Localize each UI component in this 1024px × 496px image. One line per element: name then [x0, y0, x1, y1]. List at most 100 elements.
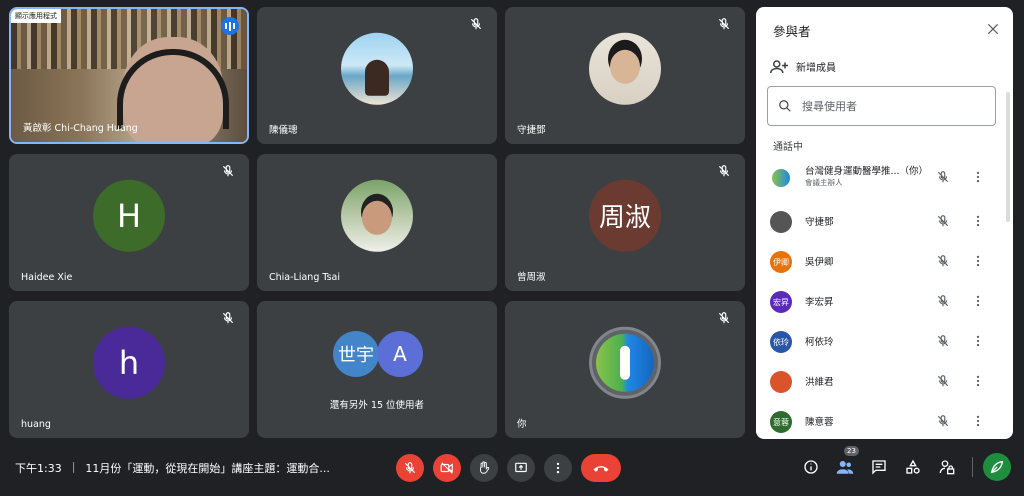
- participant-name: 吳伊卿: [805, 257, 834, 268]
- tile-name: 守捷鄧: [517, 125, 546, 136]
- mic-off-icon: [222, 165, 234, 177]
- mic-off-icon: [470, 18, 482, 30]
- mic-off-icon: [718, 18, 730, 30]
- participant-row[interactable]: 洪維君: [756, 361, 1013, 401]
- search-placeholder: 搜尋使用者: [802, 100, 857, 113]
- logo-avatar: [589, 326, 661, 399]
- badge: 顯示應用程式: [11, 9, 61, 23]
- mic-off-icon: [222, 312, 234, 324]
- avatar: 周淑: [589, 179, 661, 252]
- video-tile[interactable]: H Haidee Xie: [9, 154, 249, 291]
- meeting-details-button[interactable]: [800, 456, 822, 478]
- add-member-button[interactable]: 新增成員: [770, 59, 836, 74]
- avatar: 依玲: [770, 331, 792, 353]
- people-button[interactable]: 23: [834, 446, 859, 478]
- mic-off-button[interactable]: [396, 454, 424, 482]
- lock-person-icon: [939, 460, 955, 475]
- video-tile[interactable]: Chia-Liang Tsai: [257, 154, 497, 291]
- tile-name: Haidee Xie: [21, 272, 73, 283]
- clock: 下午1:33: [15, 462, 62, 475]
- tile-name: 你: [517, 419, 527, 430]
- participant-row[interactable]: 台灣健身運動醫學推...（你） 會議主辦人: [756, 157, 1013, 197]
- avatar: 伊卿: [770, 251, 792, 273]
- mic-off-icon[interactable]: [936, 170, 950, 184]
- hang-up-icon: [593, 466, 609, 472]
- more-vert-icon[interactable]: [971, 254, 985, 268]
- meeting-info: 下午1:33 | 11月份「運動，從現在開始」講座主題：運動合...: [15, 460, 330, 476]
- participant-row[interactable]: 意蓉 陳意蓉: [756, 401, 1013, 439]
- more-vert-icon[interactable]: [971, 294, 985, 308]
- more-vert-icon[interactable]: [971, 170, 985, 184]
- mic-off-icon[interactable]: [936, 214, 950, 228]
- close-icon[interactable]: [985, 21, 1001, 37]
- video-tile-self[interactable]: 你: [505, 301, 745, 438]
- mic-off-icon[interactable]: [936, 254, 950, 268]
- avatar: h: [93, 326, 165, 399]
- video-tile[interactable]: 陳儀璁: [257, 7, 497, 144]
- chat-button[interactable]: [868, 456, 890, 478]
- mic-off-icon[interactable]: [936, 414, 950, 428]
- mic-off-icon[interactable]: [936, 374, 950, 388]
- more-vert-icon[interactable]: [971, 214, 985, 228]
- info-icon: [804, 460, 818, 474]
- scrollbar[interactable]: [1006, 92, 1010, 222]
- tile-name: huang: [21, 419, 51, 430]
- more-vert-icon[interactable]: [971, 374, 985, 388]
- participant-name: 李宏昇: [805, 297, 834, 308]
- divider: |: [71, 460, 76, 473]
- mic-off-icon[interactable]: [936, 294, 950, 308]
- search-input[interactable]: 搜尋使用者: [767, 86, 996, 126]
- participant-name: 陳意蓉: [805, 417, 834, 428]
- avatar: 宏昇: [770, 291, 792, 313]
- avatar: 意蓉: [770, 411, 792, 433]
- avatar: [341, 179, 413, 252]
- participant-row[interactable]: 宏昇 李宏昇: [756, 281, 1013, 321]
- present-button[interactable]: [507, 454, 535, 482]
- present-icon: [515, 462, 527, 473]
- more-vert-icon: [556, 462, 560, 474]
- avatar: A: [377, 331, 423, 377]
- speaking-icon: [221, 17, 239, 35]
- avatar: [770, 167, 792, 189]
- mic-off-icon: [718, 165, 730, 177]
- host-controls-button[interactable]: [936, 456, 958, 478]
- meeting-title[interactable]: 11月份「運動，從現在開始」講座主題：運動合...: [85, 460, 330, 476]
- more-vert-icon[interactable]: [971, 414, 985, 428]
- avatar: [341, 32, 413, 105]
- hand-icon: [480, 461, 490, 474]
- others-tile[interactable]: 世宇 A 還有另外 15 位使用者: [257, 301, 497, 438]
- mic-off-icon: [404, 462, 416, 474]
- participant-name: 台灣健身運動醫學推...（你）: [805, 166, 929, 177]
- camera-off-icon: [440, 462, 453, 474]
- avatar: [589, 32, 661, 105]
- video-tile[interactable]: 守捷鄧: [505, 7, 745, 144]
- tile-name: 曾周淑: [517, 272, 546, 283]
- divider: [972, 457, 973, 477]
- participant-name: 洪維君: [805, 377, 834, 388]
- avatar: [770, 211, 792, 233]
- participant-name: 柯依玲: [805, 337, 834, 348]
- participant-name: 守捷鄧: [805, 217, 834, 228]
- video-tile-presenter[interactable]: 顯示應用程式 黃啟彰 Chi-Chang Huang: [9, 7, 249, 144]
- participant-count-badge: 23: [844, 446, 859, 456]
- apps-button[interactable]: [983, 453, 1011, 481]
- tile-name: 黃啟彰 Chi-Chang Huang: [23, 123, 138, 134]
- avatar: 世宇: [333, 331, 379, 377]
- participant-row[interactable]: 伊卿 吳伊卿: [756, 241, 1013, 281]
- activities-icon: [906, 459, 920, 474]
- avatar: H: [93, 179, 165, 252]
- more-options-button[interactable]: [544, 454, 572, 482]
- more-vert-icon[interactable]: [971, 334, 985, 348]
- mic-off-icon[interactable]: [936, 334, 950, 348]
- raise-hand-button[interactable]: [470, 454, 498, 482]
- video-tile[interactable]: h huang: [9, 301, 249, 438]
- activities-button[interactable]: [902, 456, 924, 478]
- video-tile[interactable]: 周淑 曾周淑: [505, 154, 745, 291]
- participant-row[interactable]: 依玲 柯依玲: [756, 321, 1013, 361]
- participant-row[interactable]: 守捷鄧: [756, 201, 1013, 241]
- mic-off-icon: [718, 312, 730, 324]
- camera-off-button[interactable]: [433, 454, 461, 482]
- add-person-icon: [770, 59, 788, 73]
- leave-call-button[interactable]: [581, 454, 621, 482]
- leaf-pen-icon: [990, 460, 1004, 474]
